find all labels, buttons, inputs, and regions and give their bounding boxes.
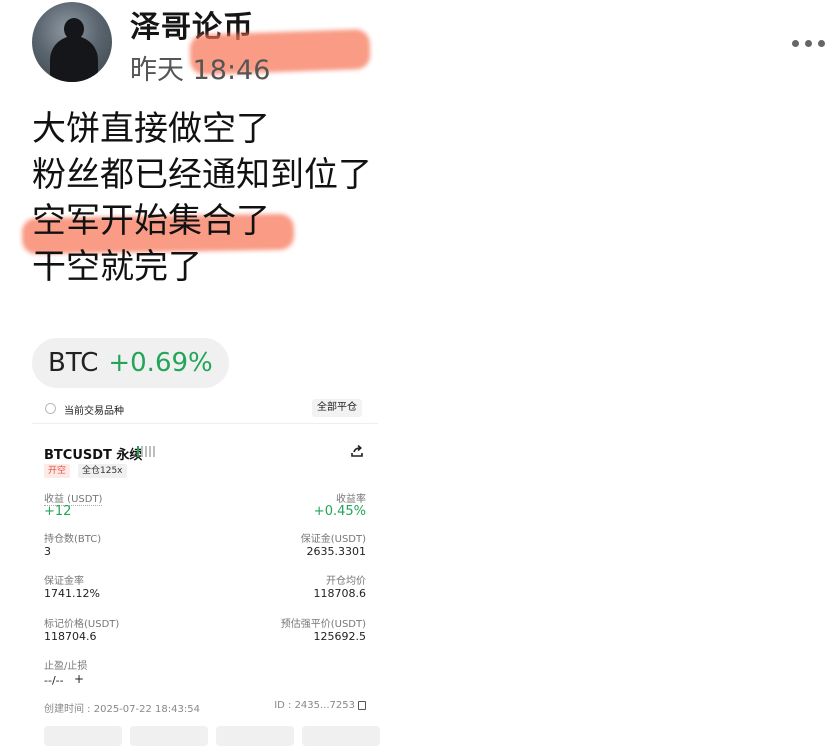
margin-ratio-value: 1741.12% <box>44 587 100 600</box>
margin-label: 保证金(USDT) <box>300 534 366 545</box>
post-line: 大饼直接做空了 <box>32 109 270 149</box>
tpsl-label: 止盈/止损 <box>44 661 88 672</box>
trade-id-text: ID : 2435...7253 <box>274 700 355 711</box>
card-topbar: 当前交易品种 全部平仓 <box>32 394 378 424</box>
size-label: 持仓数(BTC) <box>44 534 102 545</box>
side-tag: 开空 <box>44 464 71 478</box>
pnl-value: +12 <box>44 504 72 519</box>
action-button[interactable] <box>216 726 294 746</box>
add-tpsl-button[interactable]: + <box>74 672 84 686</box>
liq-label: 预估强平价(USDT) <box>280 619 366 630</box>
share-icon[interactable] <box>350 444 364 458</box>
current-symbol-label: 当前交易品种 <box>64 406 124 417</box>
avatar-silhouette-body <box>50 36 98 82</box>
post-header: 泽哥论币 昨天 18:46 <box>32 2 825 86</box>
trade-id: ID : 2435...7253 <box>274 700 366 711</box>
avatar-silhouette-head <box>64 18 84 40</box>
ticker-change: +0.69% <box>108 348 213 378</box>
pair-title: BTCUSDT 永续 <box>44 448 143 463</box>
radio-icon[interactable] <box>45 403 56 414</box>
copy-icon[interactable] <box>358 701 366 710</box>
margin-value: 2635.3301 <box>306 545 367 558</box>
post-line: 干空就完了 <box>32 247 202 287</box>
post-line: 粉丝都已经通知到位了 <box>32 155 372 195</box>
action-buttons-row <box>44 726 380 746</box>
entry-value: 118708.6 <box>313 587 367 600</box>
action-button[interactable] <box>44 726 122 746</box>
liq-value: 125692.5 <box>313 630 367 643</box>
created-time: 创建时间 : 2025-07-22 18:43:54 <box>44 704 200 715</box>
more-icon[interactable] <box>788 34 828 52</box>
size-value: 3 <box>44 545 51 558</box>
signal-bars-icon <box>137 446 155 457</box>
post-timestamp: 昨天 18:46 <box>130 55 271 86</box>
margin-mode-tag: 全仓125x <box>78 464 127 478</box>
roe-value: +0.45% <box>313 504 366 519</box>
mark-value: 118704.6 <box>44 630 97 643</box>
mark-label: 标记价格(USDT) <box>44 619 120 630</box>
action-button[interactable] <box>130 726 208 746</box>
post-body: 大饼直接做空了 粉丝都已经通知到位了 空军开始集合了 干空就完了 <box>32 106 372 290</box>
entry-label: 开仓均价 <box>326 576 366 587</box>
avatar[interactable] <box>32 2 112 82</box>
post-line: 空军开始集合了 <box>32 201 270 241</box>
action-button[interactable] <box>302 726 380 746</box>
close-all-button[interactable]: 全部平仓 <box>312 399 362 417</box>
ticker-symbol: BTC <box>48 348 99 378</box>
tpsl-value: --/-- <box>44 674 64 687</box>
ticker-chip[interactable]: BTC +0.69% <box>32 338 229 388</box>
position-card: 当前交易品种 全部平仓 BTCUSDT 永续 开空 全仓125x 收益 (USD… <box>32 394 380 753</box>
margin-ratio-label: 保证金率 <box>44 576 84 587</box>
roe-label: 收益率 <box>336 494 366 505</box>
